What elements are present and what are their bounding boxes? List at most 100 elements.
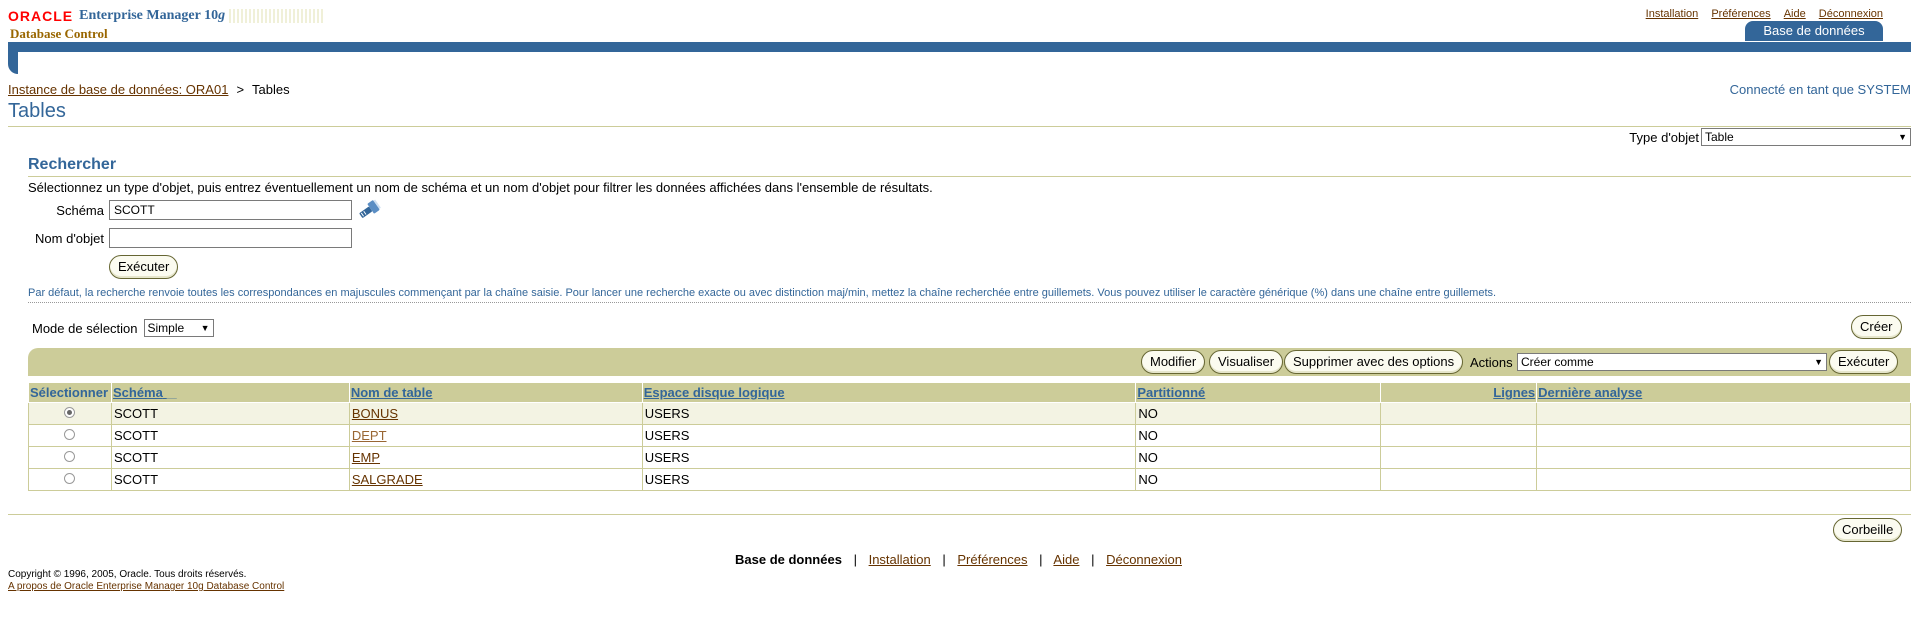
results-table: Sélectionner Schéma △ Nom de table Espac…	[28, 382, 1911, 491]
actions-label: Actions	[1470, 355, 1513, 370]
bottom-divider	[8, 514, 1911, 515]
cell-last-analyzed	[1536, 424, 1911, 447]
about-container: A propos de Oracle Enterprise Manager 10…	[8, 581, 284, 592]
cell-schema: SCOTT	[110, 424, 350, 447]
brand-logo: ORACLE Enterprise Manager 10g Database C…	[8, 8, 326, 42]
footer-links: Base de données | Installation | Préfére…	[0, 552, 1917, 567]
cell-partitioned: NO	[1135, 402, 1382, 425]
about-link[interactable]: A propos de Oracle Enterprise Manager 10…	[8, 581, 284, 592]
breadcrumb-instance-link[interactable]: Instance de base de données: ORA01	[8, 82, 228, 97]
row-select-cell	[28, 468, 112, 491]
chevron-down-icon: ▼	[1814, 357, 1823, 367]
cell-schema: SCOTT	[110, 446, 350, 469]
table-name-link[interactable]: EMP	[352, 450, 380, 465]
actions-execute-button[interactable]: Exécuter	[1829, 350, 1899, 374]
product-subtitle: Database Control	[10, 26, 108, 41]
brand-decoration	[229, 9, 326, 23]
cell-partitioned: NO	[1135, 468, 1382, 491]
footer-separator: |	[853, 552, 857, 567]
cell-table-name: EMP	[348, 446, 643, 469]
cell-last-analyzed	[1536, 468, 1911, 491]
cell-tablespace: USERS	[641, 402, 1137, 425]
title-divider	[8, 126, 1911, 127]
object-type-control: Type d'objet Table ▼	[1629, 128, 1911, 146]
column-header-partitioned[interactable]: Partitionné	[1135, 382, 1382, 403]
cell-rows	[1380, 446, 1538, 469]
selection-mode-value: Simple	[147, 321, 185, 335]
actions-select[interactable]: Créer comme ▼	[1517, 353, 1827, 371]
cell-partitioned: NO	[1135, 424, 1382, 447]
view-button[interactable]: Visualiser	[1209, 350, 1284, 374]
schema-input[interactable]	[109, 200, 352, 220]
cell-tablespace: USERS	[641, 424, 1137, 447]
object-type-value: Table	[1705, 130, 1734, 144]
oracle-logo: ORACLE	[8, 8, 74, 24]
row-select-cell	[28, 446, 112, 469]
column-header-table-name[interactable]: Nom de table	[348, 382, 643, 403]
global-link-help[interactable]: Aide	[1784, 8, 1806, 20]
nav-bar-curve	[8, 52, 18, 74]
flashlight-search-icon[interactable]	[356, 198, 382, 222]
footer-link-installation[interactable]: Installation	[869, 552, 931, 567]
global-link-preferences[interactable]: Préférences	[1711, 8, 1770, 20]
row-radio-button[interactable]	[64, 451, 76, 462]
breadcrumb-current: Tables	[252, 82, 290, 97]
connected-as: Connecté en tant que SYSTEM	[1729, 82, 1911, 97]
cell-tablespace: USERS	[641, 446, 1137, 469]
selection-mode-control: Mode de sélection Simple ▼	[32, 319, 214, 337]
cell-rows	[1380, 402, 1538, 425]
row-radio-button[interactable]	[64, 407, 76, 418]
chevron-down-icon: ▼	[1898, 132, 1907, 142]
object-name-label: Nom d'objet	[35, 231, 104, 246]
object-type-select[interactable]: Table ▼	[1701, 128, 1911, 146]
table-name-link[interactable]: DEPT	[352, 428, 387, 443]
search-tip: Par défaut, la recherche renvoie toutes …	[28, 287, 1497, 299]
breadcrumb-separator: >	[236, 82, 245, 97]
table-name-link[interactable]: BONUS	[352, 406, 398, 421]
selection-mode-select[interactable]: Simple ▼	[143, 319, 214, 337]
object-type-label: Type d'objet	[1629, 129, 1699, 145]
column-header-schema[interactable]: Schéma △	[110, 382, 350, 403]
column-header-tablespace[interactable]: Espace disque logique	[641, 382, 1137, 403]
object-name-input[interactable]	[109, 228, 352, 248]
table-header-row: Sélectionner Schéma △ Nom de table Espac…	[28, 382, 1911, 403]
cell-schema: SCOTT	[110, 468, 350, 491]
cell-last-analyzed	[1536, 402, 1911, 425]
table-name-link[interactable]: SALGRADE	[352, 472, 423, 487]
recycle-bin-button[interactable]: Corbeille	[1833, 518, 1903, 542]
cell-table-name: BONUS	[348, 402, 643, 425]
column-header-rows[interactable]: Lignes	[1380, 382, 1538, 403]
search-heading: Rechercher	[28, 156, 117, 173]
footer-link-preferences[interactable]: Préférences	[957, 552, 1027, 567]
cell-rows	[1380, 424, 1538, 447]
tab-database[interactable]: Base de données	[1745, 21, 1883, 41]
cell-rows	[1380, 468, 1538, 491]
footer-separator: |	[1039, 552, 1043, 567]
page-title: Tables	[8, 100, 66, 122]
delete-with-options-button[interactable]: Supprimer avec des options	[1284, 350, 1464, 374]
dotted-divider	[28, 302, 1911, 303]
row-select-cell	[28, 424, 112, 447]
global-link-logout[interactable]: Déconnexion	[1819, 8, 1883, 20]
column-header-last-analyzed[interactable]: Dernière analyse	[1536, 382, 1911, 403]
create-button[interactable]: Créer	[1851, 315, 1902, 339]
copyright-notice: Copyright © 1996, 2005, Oracle. Tous dro…	[8, 569, 247, 580]
product-name: Enterprise Manager 10g	[79, 8, 226, 23]
breadcrumb: Instance de base de données: ORA01 > Table…	[8, 82, 290, 97]
schema-label: Schéma	[56, 203, 104, 218]
footer-link-logout[interactable]: Déconnexion	[1106, 552, 1182, 567]
actions-select-value: Créer comme	[1521, 355, 1594, 369]
global-links: Installation Préférences Aide Déconnexio…	[1636, 8, 1883, 20]
selection-mode-label: Mode de sélection	[32, 320, 138, 336]
actions-bar: Modifier Visualiser Supprimer avec des o…	[28, 348, 1911, 376]
table-row: SCOTT EMP USERS NO	[28, 446, 1911, 469]
row-radio-button[interactable]	[64, 473, 76, 484]
table-row: SCOTT BONUS USERS NO	[28, 402, 1911, 425]
search-execute-button[interactable]: Exécuter	[109, 255, 179, 279]
cell-table-name: SALGRADE	[348, 468, 643, 491]
footer-link-help[interactable]: Aide	[1053, 552, 1079, 567]
global-link-installation[interactable]: Installation	[1646, 8, 1699, 20]
row-radio-button[interactable]	[64, 429, 76, 440]
modify-button[interactable]: Modifier	[1141, 350, 1206, 374]
cell-table-name: DEPT	[348, 424, 643, 447]
